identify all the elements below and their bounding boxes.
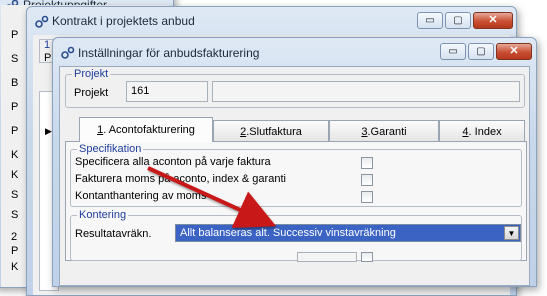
- tab-garanti[interactable]: 3.Garanti: [329, 120, 439, 142]
- tab-label: 1. Acontofakturering: [97, 124, 195, 136]
- side-label: K: [11, 169, 19, 181]
- minimize-icon: ▭: [448, 45, 458, 57]
- resultatavrakn-dropdown[interactable]: Allt balanseras alt. Successiv vinstavrä…: [175, 224, 521, 242]
- dropdown-value: Allt balanseras alt. Successiv vinstavrä…: [180, 227, 396, 239]
- project-name-field[interactable]: [212, 81, 520, 102]
- side-label: S: [11, 209, 19, 221]
- tab-text: .Garanti: [367, 125, 407, 138]
- maximize-button[interactable]: ▢: [445, 12, 471, 29]
- project-label: Projekt: [74, 87, 109, 99]
- minimize-button[interactable]: ▭: [417, 12, 443, 29]
- resultatavrakn-label: Resultatavräkn.: [75, 228, 152, 240]
- group-title: Kontering: [77, 209, 129, 221]
- title-bar[interactable]: Kontrakt i projektets anbud ▭ ▢ ✕: [27, 7, 516, 33]
- spec-kontant-checkbox[interactable]: [361, 191, 373, 203]
- partial-field[interactable]: [297, 252, 357, 262]
- group-title: Specifikation: [77, 143, 144, 155]
- tab-label: 4. Index: [462, 126, 501, 138]
- tab-text: .Slutfaktura: [246, 125, 302, 138]
- spec-option-label: Fakturera moms på aconto, index & garant…: [75, 173, 286, 185]
- tab-index[interactable]: 4. Index: [439, 120, 525, 142]
- side-label: P: [11, 29, 19, 41]
- side-label: K: [11, 261, 19, 273]
- close-icon: ✕: [488, 14, 498, 26]
- close-icon: ✕: [509, 45, 519, 57]
- side-label: P: [11, 125, 19, 137]
- app-icon: [35, 15, 49, 29]
- tab-text: . Acontofakturering: [103, 124, 195, 136]
- tab-slutfaktura[interactable]: 2.Slutfaktura: [213, 120, 329, 142]
- field-label: P: [44, 52, 52, 64]
- side-label: S: [11, 189, 19, 201]
- spec-moms-checkbox[interactable]: [361, 174, 373, 186]
- partial-checkbox[interactable]: [361, 252, 373, 262]
- side-label: B: [11, 77, 19, 89]
- row-pointer-icon: ▶: [45, 126, 52, 136]
- group-title: Projekt: [72, 68, 111, 80]
- maximize-icon: ▢: [476, 45, 486, 57]
- minimize-button[interactable]: ▭: [440, 43, 466, 60]
- app-icon: [61, 46, 75, 60]
- side-label: S: [11, 53, 19, 65]
- project-number-field[interactable]: 161: [126, 81, 208, 102]
- maximize-button[interactable]: ▢: [468, 43, 494, 60]
- tab-text: . Index: [468, 125, 502, 138]
- side-label: P: [11, 245, 19, 257]
- spec-option-label: Kontanthantering av moms: [75, 190, 207, 202]
- window-title: Kontrakt i projektets anbud: [52, 14, 195, 28]
- side-label: P: [11, 101, 19, 113]
- window-title: Inställningar för anbudsfakturering: [78, 46, 260, 60]
- spec-all-aconton-checkbox[interactable]: [361, 157, 373, 169]
- minimize-icon: ▭: [425, 14, 435, 26]
- project-group: Projekt Projekt 161: [65, 68, 525, 108]
- kontering-group: Kontering Resultatavräkn. Allt balansera…: [70, 209, 522, 262]
- tab-panel: Specifikation Specificera alla aconton p…: [65, 141, 527, 262]
- maximize-icon: ▢: [453, 14, 463, 26]
- installningar-window: Inställningar för anbudsfakturering ▭ ▢ …: [52, 37, 537, 287]
- tab-label: 2.Slutfaktura: [240, 126, 302, 138]
- specification-group: Specifikation Specificera alla aconton p…: [70, 143, 522, 207]
- window-client: Projekt Projekt 161 1. Acontofakturering…: [59, 66, 530, 286]
- close-button[interactable]: ✕: [496, 43, 532, 60]
- tab-acontofakturering[interactable]: 1. Acontofakturering: [79, 117, 213, 142]
- close-button[interactable]: ✕: [473, 12, 513, 29]
- title-bar[interactable]: Inställningar för anbudsfakturering ▭ ▢ …: [53, 38, 536, 64]
- chevron-down-icon[interactable]: ▼: [504, 226, 519, 240]
- tab-label: 3.Garanti: [361, 126, 406, 138]
- side-label: K: [11, 149, 19, 161]
- spec-option-label: Specificera alla aconton på varje faktur…: [75, 156, 271, 168]
- side-label: 2: [11, 231, 18, 243]
